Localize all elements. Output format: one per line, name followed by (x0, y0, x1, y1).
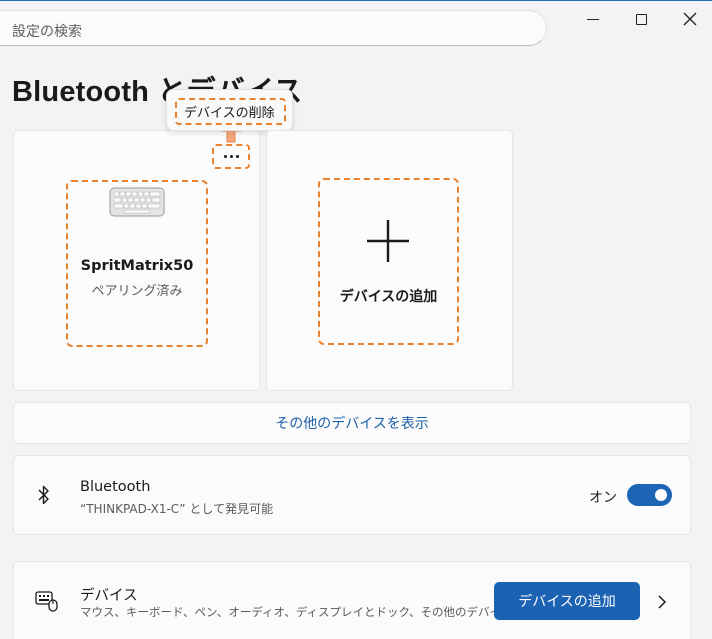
device-name: SpritMatrix50 (80, 258, 194, 274)
add-device-button[interactable]: デバイスの追加 (494, 582, 640, 620)
add-device-card-label: デバイスの追加 (339, 289, 438, 305)
more-options-button[interactable] (214, 146, 248, 167)
keyboard-icon (109, 187, 165, 217)
devices-title: デバイス (80, 588, 138, 604)
devices-subtitle: マウス、キーボード、ペン、オーディオ、ディスプレイとドック、その他のデバイス (80, 605, 513, 619)
minimize-icon (587, 18, 599, 20)
window-top-border (0, 0, 712, 1)
minimize-button[interactable] (573, 6, 613, 32)
device-status: ペアリング済み (91, 284, 183, 299)
devices-icon (35, 591, 58, 612)
more-options-icon (223, 155, 239, 158)
search-placeholder: 設定の検索 (12, 24, 82, 40)
plus-icon (367, 220, 409, 262)
close-icon (683, 12, 697, 26)
remove-device-menu-item[interactable]: デバイスの削除 (184, 102, 275, 121)
bluetooth-toggle-label: オン (589, 490, 617, 506)
bluetooth-icon (38, 485, 49, 505)
show-more-devices-link[interactable]: その他のデバイスを表示 (13, 402, 691, 444)
bluetooth-title: Bluetooth (80, 479, 151, 495)
maximize-button[interactable] (621, 6, 661, 32)
settings-search-input[interactable]: 設定の検索 (0, 10, 547, 46)
maximize-icon (635, 13, 647, 25)
add-device-button-label: デバイスの追加 (518, 594, 616, 610)
toggle-knob (655, 489, 667, 501)
close-button[interactable] (670, 6, 710, 32)
bluetooth-toggle[interactable] (627, 484, 672, 506)
bluetooth-subtitle: “THINKPAD-X1-C” として発見可能 (80, 502, 274, 516)
chevron-right-icon[interactable] (657, 594, 667, 610)
show-more-label: その他のデバイスを表示 (275, 416, 429, 432)
